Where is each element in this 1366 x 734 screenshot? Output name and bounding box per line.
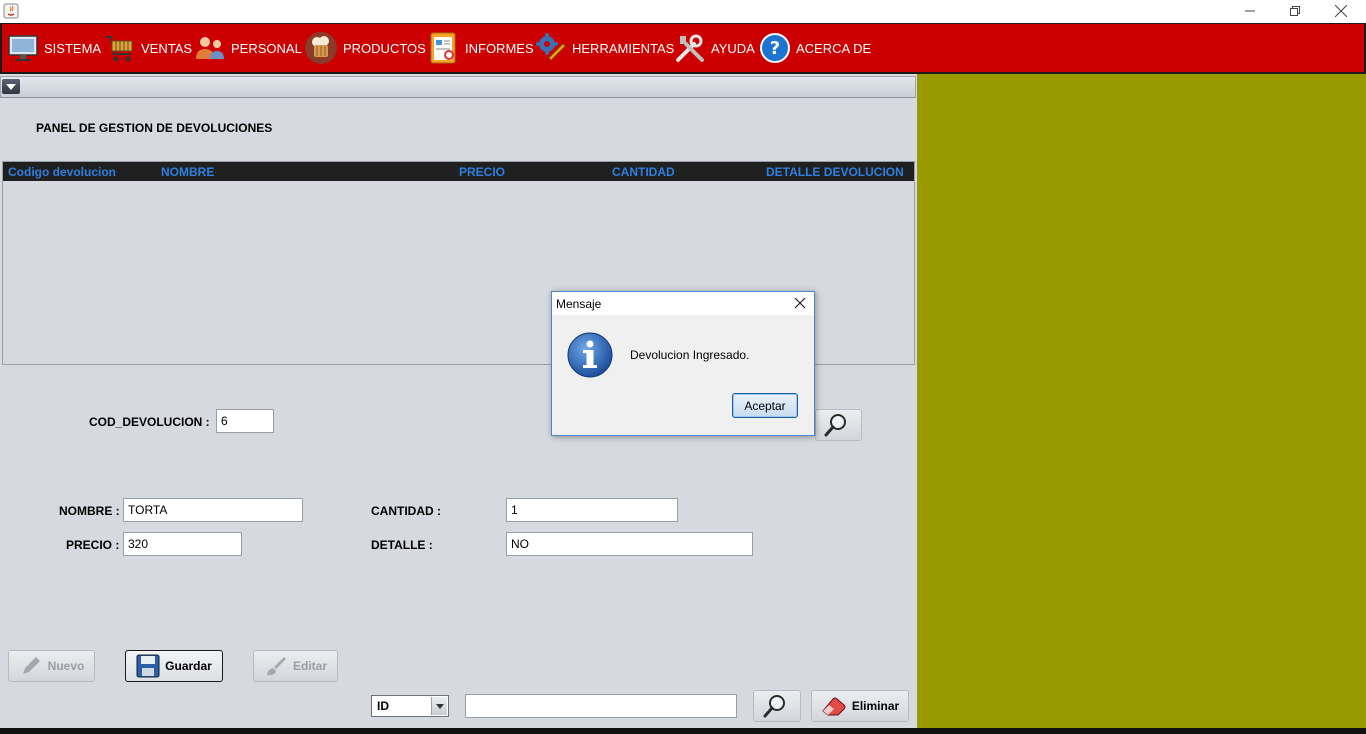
column-header-detalle[interactable]: DETALLE DEVOLUCION xyxy=(766,165,904,179)
panel-header xyxy=(0,76,916,98)
dialog-titlebar: Mensaje xyxy=(552,292,814,315)
column-header-precio[interactable]: PRECIO xyxy=(459,165,505,179)
column-header-nombre[interactable]: NOMBRE xyxy=(161,165,214,179)
nombre-input[interactable] xyxy=(123,498,303,522)
message-dialog: Mensaje Devolucion Ingresado. Aceptar xyxy=(551,291,815,436)
guardar-button[interactable]: Guardar xyxy=(125,650,223,682)
window-titlebar xyxy=(0,0,1366,23)
eliminar-button-label: Eliminar xyxy=(851,699,900,713)
bakery-icon xyxy=(305,32,337,64)
bottom-edge xyxy=(0,728,1366,734)
close-window-button[interactable] xyxy=(1318,0,1364,22)
menu-label: VENTAS xyxy=(141,40,193,56)
detalle-input[interactable] xyxy=(506,532,753,556)
menu-productos[interactable]: PRODUCTOS xyxy=(304,30,426,66)
nuevo-button-label: Nuevo xyxy=(47,659,85,673)
gears-icon xyxy=(536,33,566,61)
cantidad-label: CANTIDAD : xyxy=(371,504,441,518)
close-icon[interactable] xyxy=(794,297,806,309)
pencil-icon xyxy=(22,657,40,674)
search-field-select-value: ID xyxy=(377,699,389,713)
nuevo-button[interactable]: Nuevo xyxy=(8,650,95,682)
minimize-icon xyxy=(1245,10,1255,12)
info-icon xyxy=(567,332,613,378)
table-header: Codigo devolucion NOMBRE PRECIO CANTIDAD… xyxy=(3,162,914,181)
search-input[interactable] xyxy=(465,694,737,718)
menu-sistema[interactable]: SISTEMA xyxy=(7,30,101,66)
main-menubar: SISTEMA VENTAS PERSONAL PRODUCTOS INFORM… xyxy=(0,23,1366,74)
precio-label: PRECIO : xyxy=(66,538,120,552)
monitor-icon xyxy=(8,35,38,61)
menu-label: SISTEMA xyxy=(44,40,102,56)
restore-button[interactable] xyxy=(1272,0,1318,22)
menu-ventas[interactable]: VENTAS xyxy=(104,30,192,66)
cod-devolucion-input[interactable] xyxy=(216,409,274,433)
chevron-down-icon[interactable] xyxy=(431,697,447,715)
editar-button[interactable]: Editar xyxy=(253,650,338,682)
collapse-button[interactable] xyxy=(2,79,20,94)
menu-label: ACERCA DE xyxy=(796,40,872,56)
menu-label: AYUDA xyxy=(711,40,755,56)
panel-title: PANEL DE GESTION DE DEVOLUCIONES xyxy=(36,121,273,135)
minimize-button[interactable] xyxy=(1227,0,1273,22)
menu-label: PERSONAL xyxy=(231,40,302,56)
floppy-disk-icon xyxy=(136,654,160,678)
menu-informes[interactable]: INFORMES xyxy=(428,30,534,66)
column-header-cantidad[interactable]: CANTIDAD xyxy=(612,165,675,179)
desktop-area xyxy=(917,74,1366,728)
close-icon xyxy=(1335,5,1347,17)
menu-label: PRODUCTOS xyxy=(343,40,426,56)
editar-button-label: Editar xyxy=(292,659,327,673)
triangle-down-icon xyxy=(6,83,16,90)
java-app-icon xyxy=(3,3,19,19)
menu-personal[interactable]: PERSONAL xyxy=(194,30,302,66)
aceptar-button-label: Aceptar xyxy=(744,398,786,413)
menu-herramientas[interactable]: HERRAMIENTAS xyxy=(535,30,674,66)
eraser-icon xyxy=(822,697,846,716)
dialog-title: Mensaje xyxy=(556,297,602,311)
menu-ayuda[interactable]: AYUDA xyxy=(674,30,755,66)
tools-icon xyxy=(676,34,704,62)
cod-devolucion-label: COD_DEVOLUCION : xyxy=(89,415,210,429)
restore-icon xyxy=(1290,6,1300,16)
nombre-label: NOMBRE : xyxy=(59,504,120,518)
magnifier-icon xyxy=(763,695,785,718)
question-icon: ? xyxy=(760,33,790,63)
precio-input[interactable] xyxy=(123,532,242,556)
svg-text:?: ? xyxy=(770,38,780,59)
magnifier-icon xyxy=(824,414,846,437)
guardar-button-label: Guardar xyxy=(165,659,212,673)
search-field-select[interactable]: ID xyxy=(371,695,449,717)
dialog-message: Devolucion Ingresado. xyxy=(630,348,750,362)
cantidad-input[interactable] xyxy=(506,498,678,522)
detalle-label: DETALLE : xyxy=(371,538,433,552)
shopping-cart-icon xyxy=(106,36,133,62)
search-button[interactable] xyxy=(753,690,801,722)
eliminar-button[interactable]: Eliminar xyxy=(811,690,909,722)
menu-label: INFORMES xyxy=(465,40,534,56)
menu-label: HERRAMIENTAS xyxy=(572,40,675,56)
menu-acerca-de[interactable]: ? ACERCA DE xyxy=(759,30,871,66)
column-header-codigo[interactable]: Codigo devolucion xyxy=(8,165,116,179)
users-icon xyxy=(196,37,224,59)
aceptar-button[interactable]: Aceptar xyxy=(732,393,798,418)
brush-icon xyxy=(266,657,286,676)
search-code-button[interactable] xyxy=(815,409,862,441)
report-icon xyxy=(430,32,456,64)
